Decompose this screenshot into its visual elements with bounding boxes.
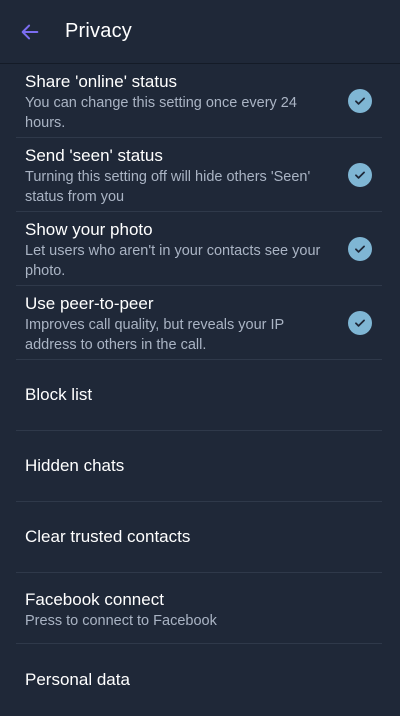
check-circle-icon[interactable]	[348, 162, 372, 187]
item-subtitle: Press to connect to Facebook	[25, 613, 217, 629]
settings-list: Share 'online' status You can change thi…	[0, 64, 400, 715]
setting-subtitle: Turning this setting off will hide other…	[25, 169, 311, 205]
send-seen-status-setting[interactable]: Send 'seen' status Turning this setting …	[16, 138, 382, 212]
app-bar: Privacy	[0, 0, 400, 64]
block-list-item[interactable]: Block list	[16, 360, 382, 431]
hidden-chats-item[interactable]: Hidden chats	[16, 431, 382, 502]
arrow-left-icon	[21, 24, 39, 39]
setting-title: Share 'online' status	[25, 72, 178, 91]
setting-subtitle: You can change this setting once every 2…	[25, 95, 297, 131]
item-title: Personal data	[25, 669, 130, 689]
item-title: Block list	[25, 385, 93, 404]
share-online-status-setting[interactable]: Share 'online' status You can change thi…	[16, 64, 382, 138]
setting-title: Show your photo	[25, 220, 153, 239]
page-title: Privacy	[65, 20, 132, 42]
check-circle-icon[interactable]	[348, 310, 372, 335]
setting-subtitle: Let users who aren't in your contacts se…	[25, 243, 321, 279]
use-peer-to-peer-setting[interactable]: Use peer-to-peer Improves call quality, …	[16, 286, 382, 360]
facebook-connect-item[interactable]: Facebook connect Press to connect to Fac…	[16, 573, 382, 644]
item-title: Facebook connect	[25, 590, 164, 609]
personal-data-item[interactable]: Personal data	[16, 644, 382, 715]
setting-title: Send 'seen' status	[25, 146, 163, 165]
check-circle-icon[interactable]	[348, 88, 372, 113]
show-your-photo-setting[interactable]: Show your photo Let users who aren't in …	[16, 212, 382, 286]
clear-trusted-contacts-item[interactable]: Clear trusted contacts	[16, 502, 382, 573]
check-circle-icon[interactable]	[348, 236, 372, 261]
item-title: Clear trusted contacts	[25, 527, 191, 546]
back-button[interactable]	[14, 16, 46, 48]
item-title: Hidden chats	[25, 456, 125, 475]
setting-title: Use peer-to-peer	[25, 294, 154, 313]
setting-subtitle: Improves call quality, but reveals your …	[25, 317, 284, 353]
